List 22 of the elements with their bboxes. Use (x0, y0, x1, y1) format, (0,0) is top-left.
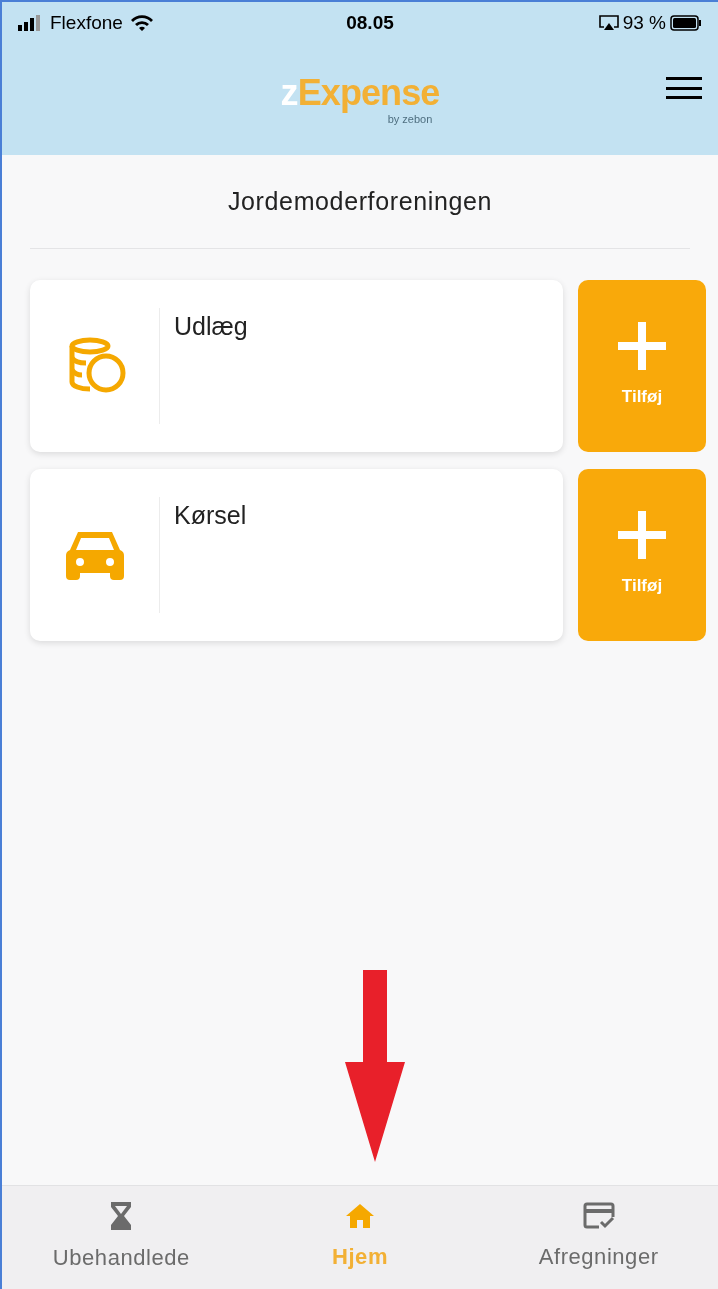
screen-mirroring-icon (598, 15, 619, 31)
plus-icon (618, 322, 666, 371)
category-card[interactable]: Kørsel (30, 469, 563, 641)
category-label: Kørsel (173, 500, 247, 531)
menu-button[interactable] (666, 74, 702, 102)
clock-time: 08.05 (345, 10, 395, 35)
signal-icon (18, 15, 42, 31)
category-label: Udlæg (173, 311, 248, 342)
nav-tab[interactable]: Ubehandlede (2, 1186, 241, 1289)
logo-byline: by zebon (387, 113, 433, 128)
card-check-icon (582, 1202, 615, 1230)
wifi-icon (130, 15, 153, 31)
home-icon (345, 1202, 375, 1230)
hourglass-icon (110, 1201, 133, 1231)
plus-icon (618, 511, 666, 560)
nav-tab[interactable]: Afregninger (479, 1186, 718, 1289)
logo-prefix: z (280, 75, 298, 112)
category-card[interactable]: Udlæg (30, 280, 563, 452)
battery-icon (670, 15, 702, 31)
carrier-name: Flexfone (50, 10, 123, 35)
battery-percentage: 93 % (622, 10, 666, 35)
page-title: Jordemoderforeningen (227, 185, 493, 217)
